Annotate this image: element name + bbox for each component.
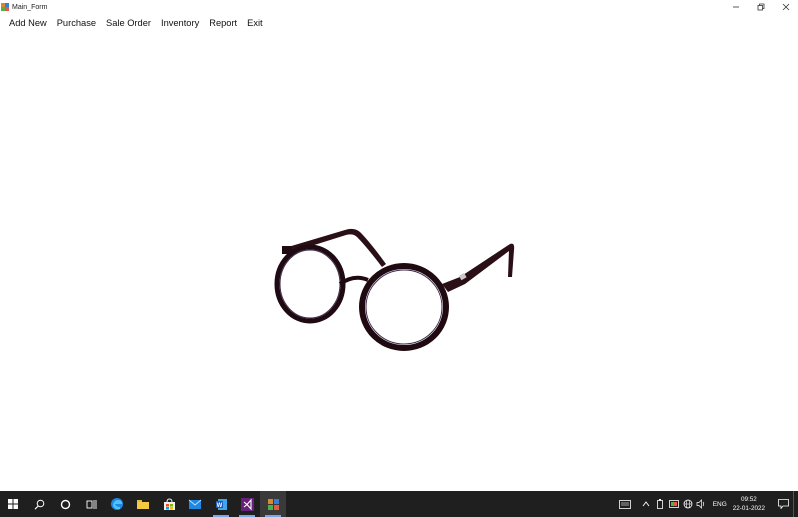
minimize-icon	[733, 6, 739, 8]
task-view-button[interactable]	[78, 491, 104, 517]
edge-taskbar-button[interactable]	[104, 491, 130, 517]
title-bar: Main_Form	[0, 0, 798, 14]
restore-button[interactable]	[749, 0, 773, 14]
close-icon	[782, 3, 790, 11]
clock[interactable]: 09:52 22-01-2022	[733, 495, 765, 513]
main-content-area	[0, 32, 798, 491]
main-form-app-taskbar-button[interactable]	[260, 491, 286, 517]
show-hidden-icons-button[interactable]	[640, 491, 652, 517]
network-tray-button[interactable]	[682, 491, 694, 517]
store-taskbar-button[interactable]	[156, 491, 182, 517]
cortana-icon	[60, 499, 70, 509]
menu-inventory[interactable]: Inventory	[156, 18, 204, 28]
app-tray-button[interactable]	[668, 491, 680, 517]
cortana-button[interactable]	[52, 491, 78, 517]
menu-report[interactable]: Report	[204, 18, 242, 28]
folder-icon	[137, 500, 149, 509]
edge-browser-icon	[111, 498, 123, 510]
start-button[interactable]	[0, 491, 26, 517]
task-view-icon	[86, 499, 96, 509]
speaker-icon	[696, 499, 705, 509]
menu-sale-order[interactable]: Sale Order	[101, 18, 156, 28]
input-language-indicator[interactable]: ENG	[713, 501, 727, 508]
notification-icon	[777, 499, 789, 509]
word-icon: W	[215, 498, 227, 510]
window-title: Main_Form	[12, 3, 48, 11]
menu-add-new[interactable]: Add New	[0, 18, 52, 28]
menu-bar: Add New Purchase Sale Order Inventory Re…	[0, 15, 268, 31]
tray-app-icon	[668, 500, 679, 508]
keyboard-icon	[618, 499, 631, 509]
clock-date: 22-01-2022	[732, 505, 765, 512]
show-desktop-button[interactable]	[793, 491, 798, 517]
taskbar: W ENG 09:52 22-01-2022	[0, 491, 798, 517]
eyeglasses-image	[274, 228, 515, 351]
visual-studio-taskbar-button[interactable]	[234, 491, 260, 517]
touch-keyboard-button[interactable]	[617, 491, 633, 517]
word-taskbar-button[interactable]: W	[208, 491, 234, 517]
svg-text:W: W	[216, 503, 222, 509]
system-tray: ENG 09:52 22-01-2022	[616, 491, 798, 517]
file-explorer-taskbar-button[interactable]	[130, 491, 156, 517]
window-controls	[723, 0, 798, 14]
chevron-up-icon	[642, 501, 650, 507]
app-icon	[1, 3, 9, 11]
close-button[interactable]	[774, 0, 798, 14]
store-bag-icon	[163, 497, 175, 510]
mail-icon	[188, 499, 202, 509]
volume-tray-button[interactable]	[696, 491, 708, 517]
app-window-icon	[267, 498, 279, 510]
menu-purchase[interactable]: Purchase	[52, 18, 101, 28]
mail-taskbar-button[interactable]	[182, 491, 208, 517]
action-center-button[interactable]	[773, 491, 793, 517]
battery-icon	[656, 499, 663, 509]
search-icon	[34, 499, 44, 510]
clock-time: 09:52	[741, 496, 757, 503]
globe-network-icon	[683, 499, 693, 509]
windows-logo-icon	[8, 499, 18, 509]
visual-studio-icon	[240, 497, 254, 511]
menu-exit[interactable]: Exit	[242, 18, 268, 28]
battery-tray-button[interactable]	[654, 491, 666, 517]
search-button[interactable]	[26, 491, 52, 517]
minimize-button[interactable]	[724, 0, 748, 14]
restore-icon	[757, 3, 765, 11]
